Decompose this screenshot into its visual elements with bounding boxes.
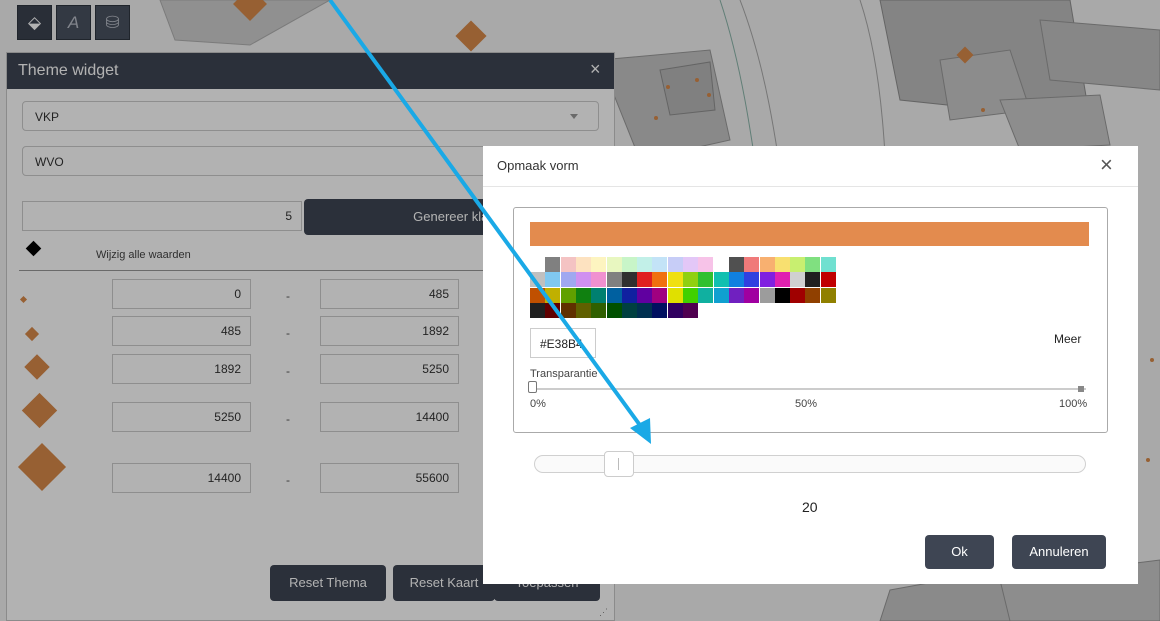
annotation-arrow-icon bbox=[328, 0, 651, 444]
